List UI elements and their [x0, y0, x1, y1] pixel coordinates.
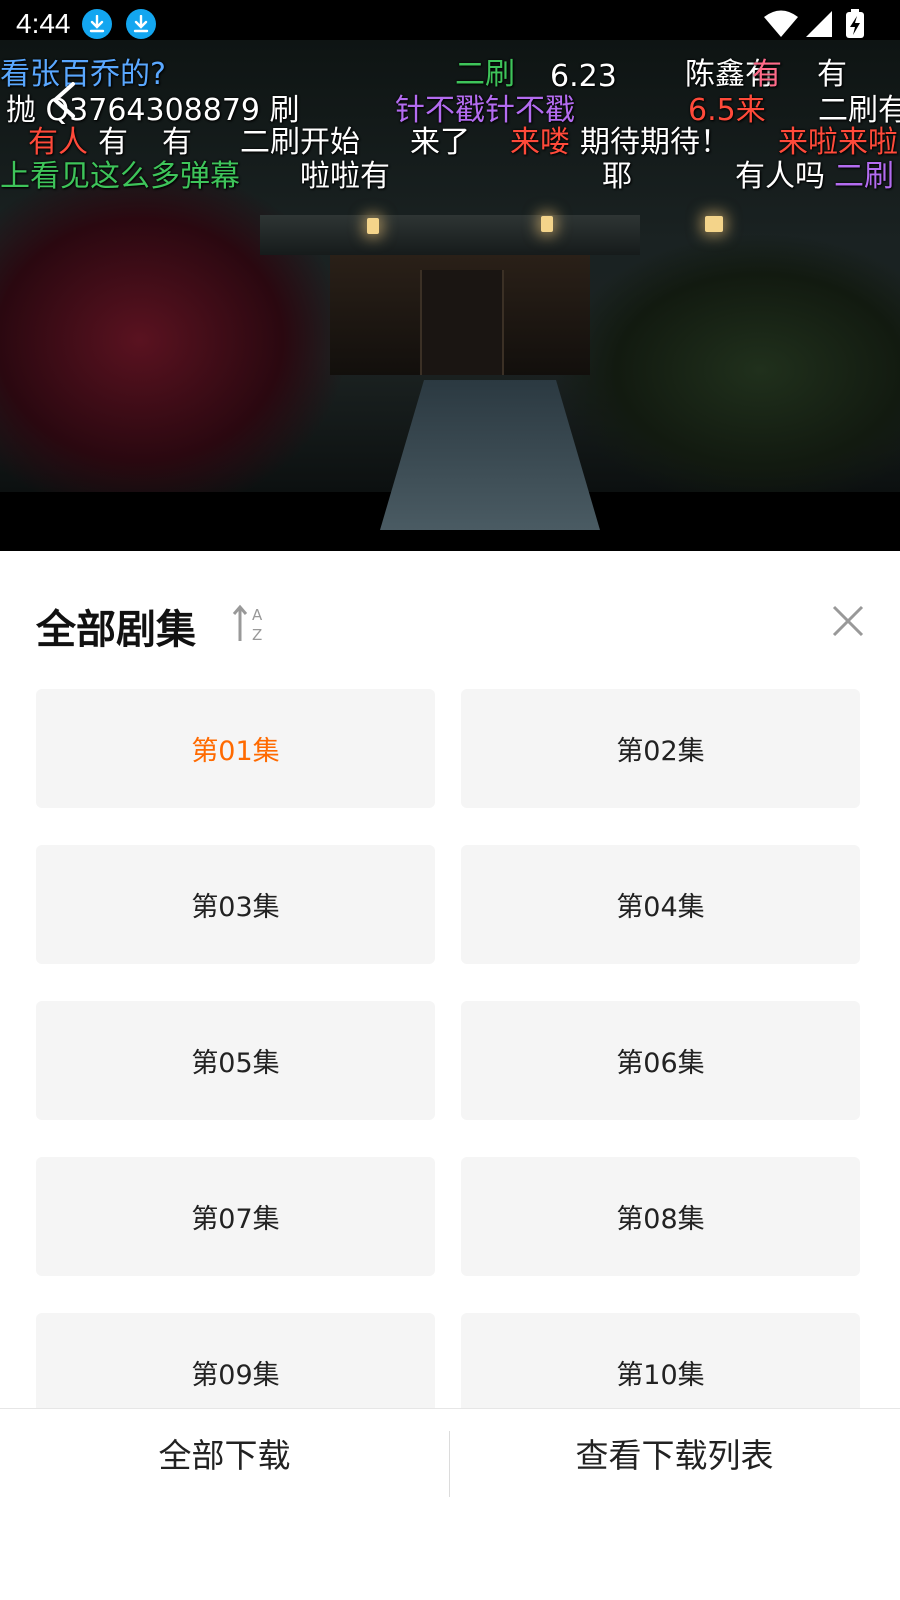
episode-button[interactable]: 第02集 [461, 689, 860, 808]
episode-button[interactable]: 第09集 [36, 1313, 435, 1409]
battery-charging-icon [846, 9, 864, 38]
danmaku-comment: 有人吗 [735, 159, 825, 194]
scene-roof [260, 215, 640, 255]
danmaku-comment: 耶 [602, 159, 632, 194]
danmaku-comment: 期待期待！ [580, 125, 730, 160]
episode-button[interactable]: 第07集 [36, 1157, 435, 1276]
signal-icon [806, 11, 832, 37]
scene-lamp [541, 216, 553, 232]
download-icon [82, 9, 112, 39]
danmaku-comment: 来喽 [510, 125, 570, 160]
danmaku-comment: 来啦来啦 [778, 125, 898, 160]
bottom-action-bar: 全部下载 查看下载列表 [0, 1408, 900, 1497]
danmaku-comment: 二刷 [834, 159, 894, 194]
danmaku-comment: 6.23 [550, 59, 617, 94]
episode-button[interactable]: 第10集 [461, 1313, 860, 1409]
danmaku-comment: 上看见这么多弹幕 [0, 159, 240, 194]
danmaku-comment: 6.5来 [688, 93, 766, 128]
back-arrow-icon[interactable] [45, 78, 85, 122]
danmaku-comment: 有人 [28, 125, 88, 160]
danmaku-comment: 啦啦有 [300, 159, 390, 194]
danmaku-comment: 有 [162, 125, 192, 160]
danmaku-comment: 有 [817, 57, 847, 92]
sheet-title: 全部剧集 [36, 607, 196, 653]
episode-sheet: 全部剧集 A Z 第01集 第02集 第03集 第04集 第05集 第06集 第… [0, 551, 900, 1600]
svg-text:Z: Z [252, 626, 262, 644]
episode-button[interactable]: 第03集 [36, 845, 435, 964]
scene-path [380, 380, 600, 530]
download-all-button[interactable]: 全部下载 [0, 1409, 449, 1497]
danmaku-comment: 针不戳针不戳 [395, 93, 575, 128]
status-bar: 4:44 [0, 0, 900, 46]
episode-button[interactable]: 第06集 [461, 1001, 860, 1120]
danmaku-comment: 有 [752, 57, 782, 92]
episode-button[interactable]: 第04集 [461, 845, 860, 964]
danmaku-comment: 二刷开始 [240, 125, 360, 160]
video-player[interactable]: 看张百乔的? 二刷 6.23 陈鑫有有有抛 Q3764308879 刷针不戳针不戳 6.… [0, 0, 900, 551]
wifi-icon [764, 10, 798, 37]
danmaku-comment: 二刷有 [818, 93, 900, 128]
svg-text:A: A [252, 606, 263, 624]
scene-lamp [367, 218, 379, 234]
scene-lamp [705, 216, 723, 232]
download-icon [126, 9, 156, 39]
episode-button[interactable]: 第05集 [36, 1001, 435, 1120]
status-time: 4:44 [16, 8, 71, 39]
danmaku-comment: 二刷 [455, 57, 515, 92]
danmaku-comment: 来了 [410, 125, 470, 160]
episode-grid: 第01集 第02集 第03集 第04集 第05集 第06集 第07集 第08集 … [36, 689, 862, 1409]
episode-button[interactable]: 第01集 [36, 689, 435, 808]
view-download-list-button[interactable]: 查看下载列表 [450, 1409, 899, 1497]
sort-az-icon[interactable]: A Z [230, 601, 274, 645]
danmaku-comment: 有 [98, 125, 128, 160]
close-icon[interactable] [828, 601, 868, 641]
episode-button[interactable]: 第08集 [461, 1157, 860, 1276]
scene-door [420, 270, 504, 375]
